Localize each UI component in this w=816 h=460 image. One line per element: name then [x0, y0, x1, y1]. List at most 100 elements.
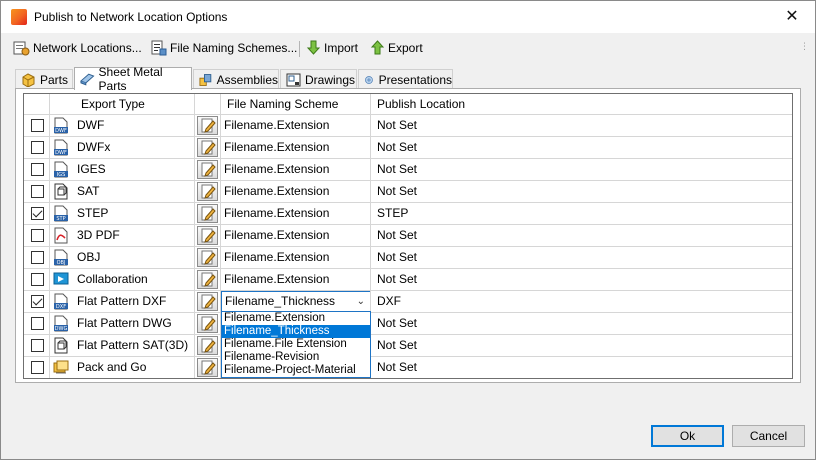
checkbox-cell: [24, 313, 50, 334]
edit-options-button[interactable]: [197, 292, 218, 311]
svg-text:OBJ: OBJ: [57, 260, 66, 266]
publish-location-cell[interactable]: Not Set: [371, 225, 792, 246]
table-row[interactable]: Flat Pattern SAT(3D) Not Set: [24, 335, 792, 357]
publish-location-cell[interactable]: Not Set: [371, 181, 792, 202]
edit-options-button[interactable]: [197, 248, 218, 267]
toolbar-separator: [299, 41, 300, 57]
export-checkbox[interactable]: [31, 163, 44, 176]
publish-location-cell[interactable]: STEP: [371, 203, 792, 224]
edit-pencil-icon: [198, 206, 217, 224]
dropdown-option[interactable]: Filename-Project-Material: [222, 364, 370, 377]
tab-drawings[interactable]: Drawings: [280, 69, 357, 89]
publish-location-cell[interactable]: Not Set: [371, 137, 792, 158]
naming-scheme-dropdown[interactable]: Filename.Extension Filename_Thickness Fi…: [221, 311, 371, 378]
edit-options-button[interactable]: [197, 182, 218, 201]
table-row[interactable]: DWF DWFx Filename.Extension Not Set: [24, 137, 792, 159]
close-button[interactable]: ✕: [769, 1, 815, 33]
tab-assemblies[interactable]: Assemblies: [193, 69, 279, 89]
dropdown-option-selected[interactable]: Filename_Thickness: [222, 325, 370, 338]
cancel-button[interactable]: Cancel: [732, 425, 805, 447]
edit-options-button[interactable]: [197, 116, 218, 135]
export-checkbox[interactable]: [31, 119, 44, 132]
export-button[interactable]: Export: [370, 38, 423, 58]
publish-location-cell[interactable]: Not Set: [371, 115, 792, 136]
table-row[interactable]: IGS IGES Filename.Extension Not Set: [24, 159, 792, 181]
file-naming-schemes-button[interactable]: File Naming Schemes...: [150, 38, 297, 58]
naming-scheme-cell[interactable]: Filename.Extension: [221, 115, 371, 136]
tab-presentations[interactable]: Presentations: [358, 69, 453, 89]
publish-location-cell[interactable]: Not Set: [371, 335, 792, 356]
assembly-icon: [199, 73, 212, 86]
export-checkbox[interactable]: [31, 339, 44, 352]
table-row[interactable]: OBJ OBJ Filename.Extension Not Set: [24, 247, 792, 269]
naming-scheme-cell[interactable]: Filename_Thickness ⌄: [221, 291, 371, 312]
edit-options-button[interactable]: [197, 204, 218, 223]
edit-options-button[interactable]: [197, 160, 218, 179]
export-type-cell: DXF Flat Pattern DXF: [50, 291, 195, 312]
export-checkbox[interactable]: [31, 229, 44, 242]
publish-location-value: Not Set: [377, 272, 418, 286]
export-type-cell: IGS IGES: [50, 159, 195, 180]
export-checkbox[interactable]: [31, 207, 44, 220]
edit-cell: [195, 357, 221, 378]
export-checkbox[interactable]: [31, 273, 44, 286]
publish-location-cell[interactable]: Not Set: [371, 313, 792, 334]
publish-location-value: Not Set: [377, 360, 418, 374]
edit-options-button[interactable]: [197, 314, 218, 333]
collaboration-icon: [53, 271, 69, 288]
table-row[interactable]: Collaboration Filename.Extension Not Set: [24, 269, 792, 291]
table-row[interactable]: Pack and Go Not Set: [24, 357, 792, 378]
chevron-down-icon[interactable]: ⌄: [357, 292, 365, 311]
naming-scheme-cell[interactable]: Filename.Extension: [221, 247, 371, 268]
export-checkbox[interactable]: [31, 361, 44, 374]
tab-assemblies-label: Assemblies: [216, 72, 278, 87]
tab-drawings-label: Drawings: [305, 72, 356, 87]
edit-options-button[interactable]: [197, 226, 218, 245]
sat-file-icon: [53, 183, 69, 200]
import-button[interactable]: Import: [306, 38, 358, 58]
edit-options-button[interactable]: [197, 270, 218, 289]
checkbox-cell: [24, 159, 50, 180]
edit-pencil-icon: [198, 250, 217, 268]
naming-scheme-cell[interactable]: Filename.Extension: [221, 137, 371, 158]
edit-options-button[interactable]: [197, 336, 218, 355]
publish-location-cell[interactable]: Not Set: [371, 269, 792, 290]
export-type-cell: DWF DWF: [50, 115, 195, 136]
export-checkbox[interactable]: [31, 295, 44, 308]
table-row[interactable]: DWF DWF Filename.Extension Not Set: [24, 115, 792, 137]
naming-scheme-cell[interactable]: Filename.Extension: [221, 225, 371, 246]
naming-scheme-cell[interactable]: Filename.Extension: [221, 203, 371, 224]
export-checkbox[interactable]: [31, 317, 44, 330]
edit-pencil-icon: [198, 228, 217, 246]
publish-location-cell[interactable]: DXF: [371, 291, 792, 312]
naming-scheme-cell[interactable]: Filename.Extension: [221, 159, 371, 180]
export-type-label: Flat Pattern DWG: [77, 316, 172, 330]
header-naming-scheme[interactable]: File Naming Scheme: [221, 94, 371, 115]
header-publish-location[interactable]: Publish Location: [371, 94, 792, 115]
naming-scheme-combobox[interactable]: Filename_Thickness ⌄: [221, 291, 370, 312]
ok-button[interactable]: Ok: [651, 425, 724, 447]
dropdown-option[interactable]: Filename.Extension: [222, 312, 370, 325]
table-row[interactable]: SAT Filename.Extension Not Set: [24, 181, 792, 203]
export-checkbox[interactable]: [31, 141, 44, 154]
table-row[interactable]: STP STEP Filename.Extension STEP: [24, 203, 792, 225]
dropdown-option[interactable]: Filename.File Extension: [222, 338, 370, 351]
export-checkbox[interactable]: [31, 251, 44, 264]
table-row[interactable]: DXF Flat Pattern DXF Filename_Thickness ⌄ DX…: [24, 291, 792, 313]
edit-options-button[interactable]: [197, 138, 218, 157]
table-row[interactable]: 3D PDF Filename.Extension Not Set: [24, 225, 792, 247]
naming-scheme-cell[interactable]: Filename.Extension: [221, 269, 371, 290]
publish-location-cell[interactable]: Not Set: [371, 247, 792, 268]
naming-scheme-cell[interactable]: Filename.Extension: [221, 181, 371, 202]
edit-options-button[interactable]: [197, 358, 218, 377]
publish-location-cell[interactable]: Not Set: [371, 159, 792, 180]
export-checkbox[interactable]: [31, 185, 44, 198]
checkbox-cell: [24, 181, 50, 202]
tab-sheet-metal-parts[interactable]: Sheet Metal Parts: [74, 65, 192, 93]
dropdown-option[interactable]: Filename-Revision: [222, 351, 370, 364]
network-locations-button[interactable]: Network Locations...: [13, 38, 142, 58]
table-row[interactable]: DWG Flat Pattern DWG Not Set: [24, 313, 792, 335]
tab-parts[interactable]: Parts: [15, 69, 73, 89]
header-export-type[interactable]: Export Type: [50, 94, 195, 115]
publish-location-cell[interactable]: Not Set: [371, 357, 792, 378]
